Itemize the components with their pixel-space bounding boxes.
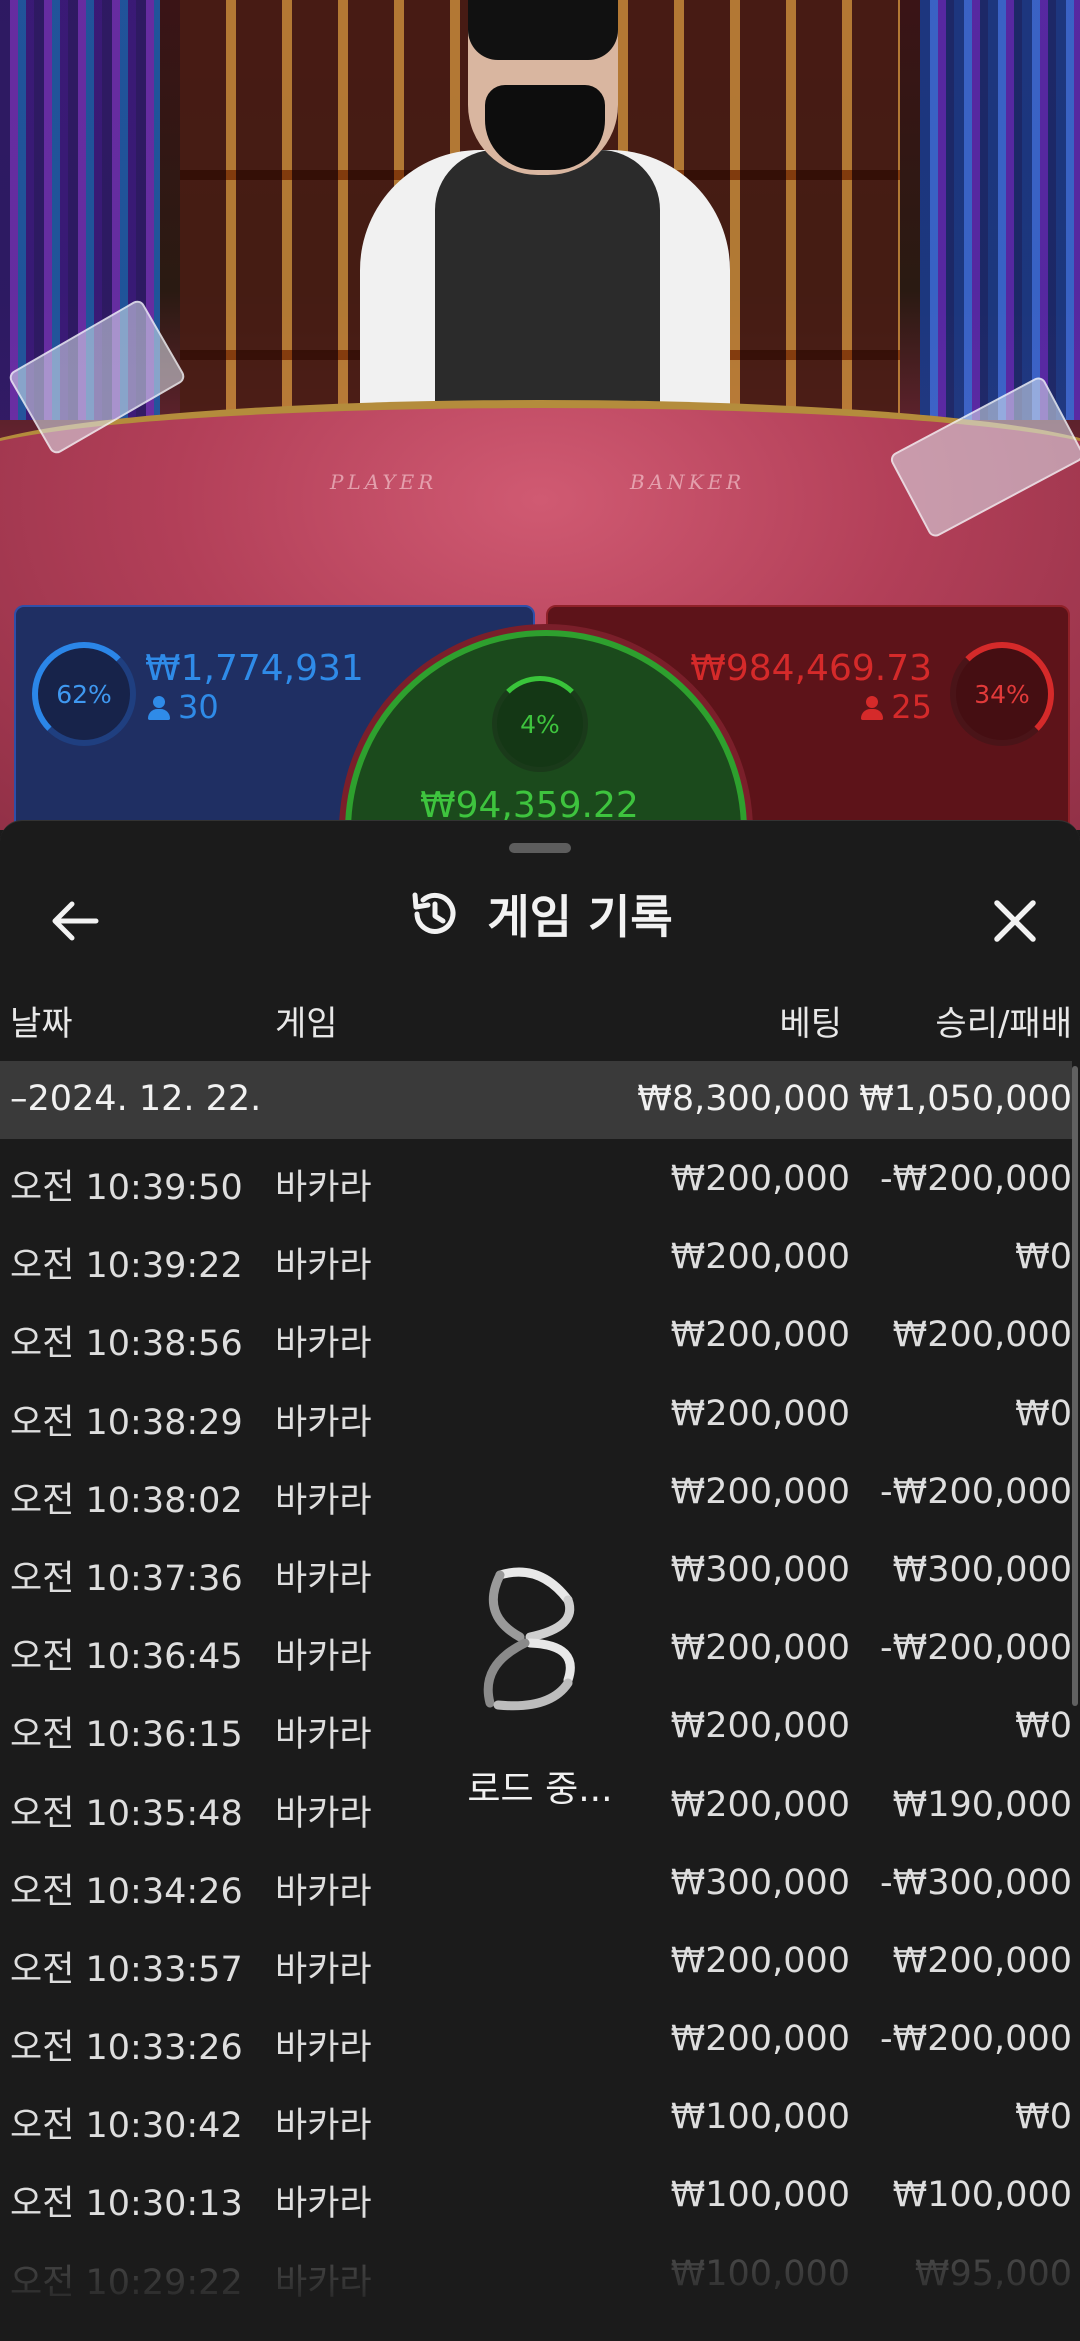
date-group-bet-total: ₩8,300,000 [637, 1079, 850, 1119]
row-game: 바카라 [275, 1324, 372, 1365]
row-bet: ₩300,000 [670, 1549, 850, 1590]
history-row[interactable]: 오전 10:39:22 바카라 ₩200,000 ₩0 [0, 1219, 1080, 1297]
column-header-date[interactable]: 날짜 [10, 996, 73, 1045]
row-result: ₩200,000 [892, 1940, 1072, 1981]
column-header-bet[interactable]: 베팅 [779, 996, 842, 1045]
row-result: ₩0 [1015, 1393, 1072, 1434]
row-time: 오전 10:30:13 [10, 2184, 243, 2225]
column-header-result[interactable]: 승리/패배 [935, 996, 1072, 1045]
banker-bettor-count: 25 [861, 688, 932, 726]
row-game: 바카라 [275, 1402, 372, 1443]
row-bet: ₩200,000 [670, 1393, 850, 1434]
date-group-label: –2024. 12. 22. [10, 1079, 262, 1119]
row-result: ₩0 [1015, 2097, 1072, 2138]
row-game: 바카라 [275, 1871, 372, 1912]
row-game: 바카라 [275, 1480, 372, 1521]
scrollbar[interactable] [1072, 1066, 1078, 1706]
close-button[interactable] [970, 876, 1060, 966]
row-game: 바카라 [275, 2184, 372, 2225]
row-time: 오전 10:34:26 [10, 1871, 243, 1912]
row-result: ₩100,000 [892, 2175, 1072, 2216]
felt-label-player: PLAYER [330, 470, 438, 494]
row-time: 오전 10:33:57 [10, 1949, 243, 1990]
loading-spinner-icon [483, 1567, 575, 1711]
tie-percent-ring: 4% [492, 676, 588, 772]
dealer-mask [485, 85, 605, 170]
row-bet: ₩200,000 [670, 1706, 850, 1747]
row-result: ₩300,000 [892, 1549, 1072, 1590]
row-time: 오전 10:36:15 [10, 1715, 243, 1756]
row-result: -₩200,000 [880, 1471, 1072, 1512]
row-result: -₩200,000 [880, 1628, 1072, 1669]
column-header-game[interactable]: 게임 [275, 996, 338, 1045]
history-row[interactable]: 오전 10:38:29 바카라 ₩200,000 ₩0 [0, 1376, 1080, 1454]
right-light-curtain [920, 0, 1080, 420]
row-time: 오전 10:30:42 [10, 2106, 243, 2147]
history-row[interactable]: 오전 10:30:42 바카라 ₩100,000 ₩0 [0, 2079, 1080, 2157]
history-row[interactable]: 오전 10:33:57 바카라 ₩200,000 ₩200,000 [0, 1923, 1080, 2001]
loading-label: 로드 중... [467, 1769, 613, 1810]
banker-bet-amount: ₩984,469.73 [690, 648, 932, 689]
row-result: ₩0 [1015, 1237, 1072, 1278]
sheet-drag-handle[interactable] [509, 843, 571, 853]
row-time: 오전 10:38:02 [10, 1480, 243, 1521]
history-list: 오전 10:39:50 바카라 ₩200,000 -₩200,000 오전 10:39:… [0, 1141, 1080, 2314]
row-bet: ₩300,000 [670, 1862, 850, 1903]
row-bet: ₩100,000 [670, 2175, 850, 2216]
date-group-header[interactable]: –2024. 12. 22. ₩8,300,000 ₩1,050,000 [0, 1061, 1072, 1139]
date-group-result-total: ₩1,050,000 [859, 1079, 1072, 1119]
row-time: 오전 10:39:22 [10, 1246, 243, 1287]
row-game: 바카라 [275, 1246, 372, 1287]
row-result: ₩200,000 [892, 1315, 1072, 1356]
row-time: 오전 10:39:50 [10, 1168, 243, 1208]
row-bet: ₩200,000 [670, 1315, 850, 1356]
history-icon [412, 892, 456, 934]
row-bet: ₩200,000 [670, 1237, 850, 1278]
dealer-hair [468, 0, 618, 60]
list-fade [0, 2221, 1080, 2341]
banker-percent-ring: 34% [950, 642, 1054, 746]
row-game: 바카라 [275, 1715, 372, 1756]
live-dealer-video: PLAYER BANKER 62% ₩1,774,931 30 34% ₩984… [0, 0, 1080, 830]
history-row[interactable]: 오전 10:38:02 바카라 ₩200,000 -₩200,000 [0, 1454, 1080, 1532]
row-bet: ₩200,000 [670, 1159, 850, 1199]
history-row[interactable]: 오전 10:39:50 바카라 ₩200,000 -₩200,000 [0, 1141, 1080, 1219]
history-row[interactable]: 오전 10:38:56 바카라 ₩200,000 ₩200,000 [0, 1297, 1080, 1375]
person-icon [861, 696, 884, 720]
row-time: 오전 10:33:26 [10, 2028, 243, 2069]
column-headers: 날짜 게임 베팅 승리/패배 [0, 996, 1080, 1046]
history-row[interactable]: 오전 10:34:26 바카라 ₩300,000 -₩300,000 [0, 1845, 1080, 1923]
row-result: -₩200,000 [880, 2019, 1072, 2060]
close-icon [994, 900, 1036, 942]
felt-label-banker: BANKER [630, 470, 746, 494]
sheet-title: 게임 기록 [487, 890, 673, 944]
row-game: 바카라 [275, 1168, 372, 1208]
row-result: -₩300,000 [880, 1862, 1072, 1903]
player-bet-amount: ₩1,774,931 [145, 648, 364, 689]
row-bet: ₩200,000 [670, 2019, 850, 2060]
row-game: 바카라 [275, 1558, 372, 1599]
row-game: 바카라 [275, 1637, 372, 1678]
row-time: 오전 10:38:29 [10, 1402, 243, 1443]
history-row[interactable]: 오전 10:33:26 바카라 ₩200,000 -₩200,000 [0, 2001, 1080, 2079]
row-bet: ₩200,000 [670, 1471, 850, 1512]
row-bet: ₩200,000 [670, 1940, 850, 1981]
row-time: 오전 10:36:45 [10, 1637, 243, 1678]
dealer-vest [435, 150, 660, 430]
player-bettor-count: 30 [148, 688, 219, 726]
row-result: ₩0 [1015, 1706, 1072, 1747]
row-time: 오전 10:37:36 [10, 1558, 243, 1599]
row-game: 바카라 [275, 1949, 372, 1990]
row-bet: ₩200,000 [670, 1628, 850, 1669]
row-bet: ₩100,000 [670, 2097, 850, 2138]
player-percent-ring: 62% [32, 642, 136, 746]
person-icon [148, 696, 170, 720]
row-time: 오전 10:38:56 [10, 1324, 243, 1365]
row-game: 바카라 [275, 2106, 372, 2147]
row-result: -₩200,000 [880, 1159, 1072, 1199]
row-game: 바카라 [275, 2028, 372, 2069]
